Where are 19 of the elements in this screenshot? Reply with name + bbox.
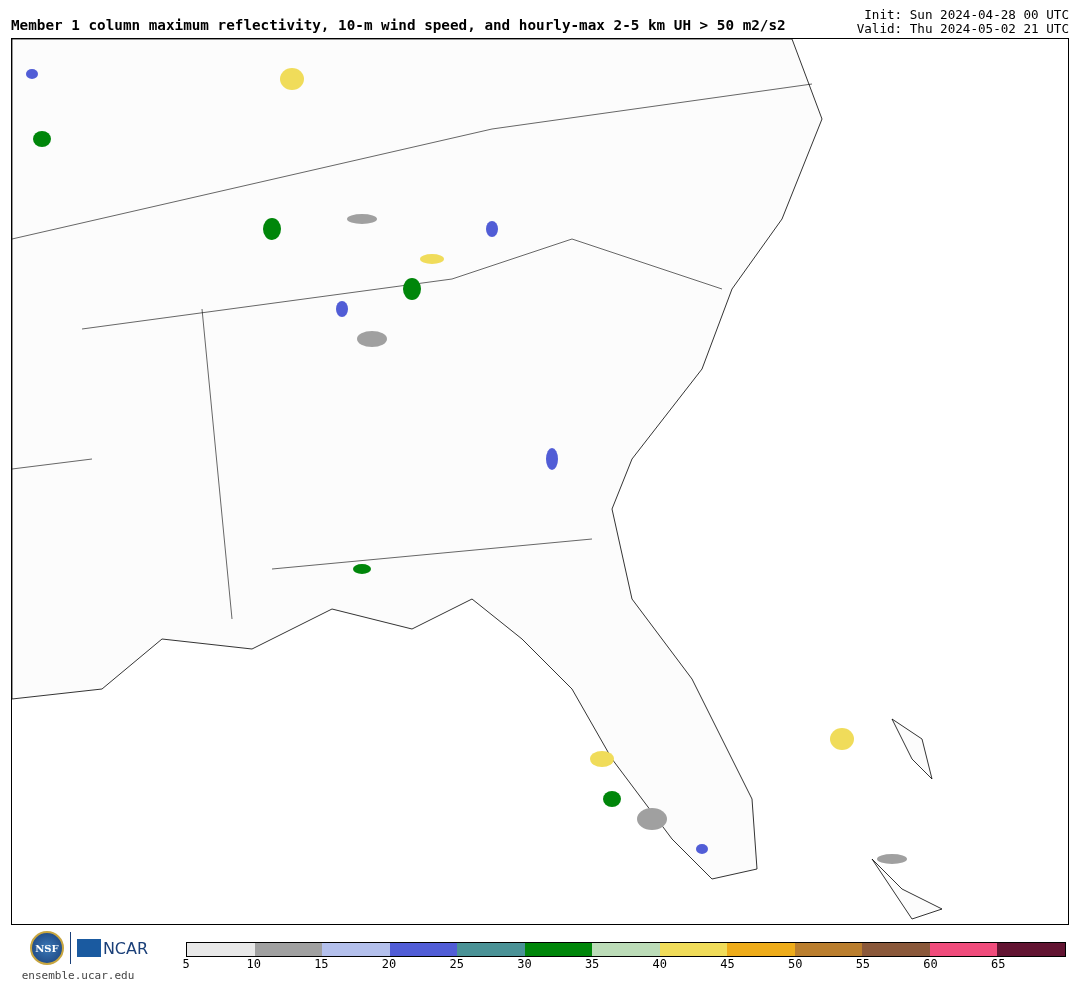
tick-label: 30 <box>517 957 532 971</box>
tick-label: 55 <box>855 957 871 971</box>
tick-label: 25 <box>449 957 464 971</box>
valid-time: Valid: Thu 2024-05-02 21 UTC <box>856 22 1069 36</box>
tick-label: 65 <box>991 957 1006 971</box>
site-url: ensemble.ucar.edu <box>21 969 135 982</box>
tick-label: 5 <box>182 957 190 971</box>
tick-label: 15 <box>314 957 329 971</box>
tick-label: 50 <box>787 957 803 971</box>
chart-title: Member 1 column maximum reflectivity, 10-m wind speed, and hourly-max 2-5 km UH > 50 m2/s2 <box>11 17 786 35</box>
nsf-logo[interactable]: NSF <box>29 931 64 965</box>
init-time: Init: Sun 2024-04-28 00 UTC <box>864 8 1069 22</box>
ncar-logo-text[interactable]: NCAR <box>102 938 149 958</box>
tick-label: 10 <box>246 957 261 971</box>
tick-label: 40 <box>652 957 668 971</box>
tick-label: 45 <box>720 957 735 971</box>
tick-label: 35 <box>584 957 600 971</box>
tick-label: 20 <box>381 957 397 971</box>
tick-label: 60 <box>923 957 938 971</box>
